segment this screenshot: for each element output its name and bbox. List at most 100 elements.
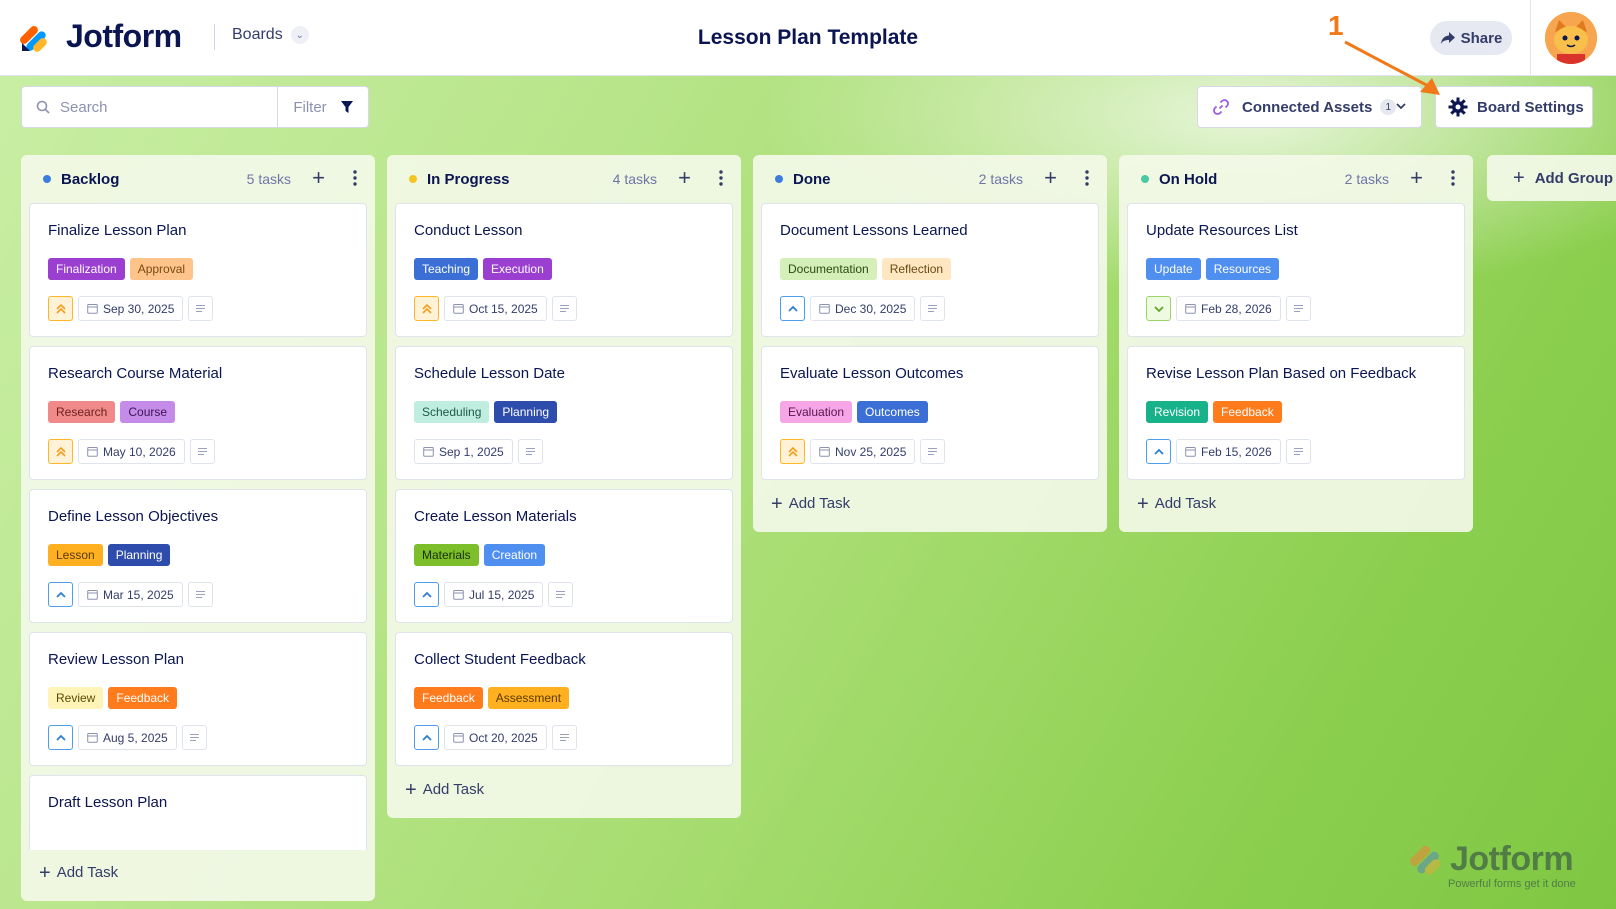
task-meta: Nov 25, 2025 <box>780 439 946 464</box>
calendar-icon <box>819 304 830 314</box>
task-meta: Mar 15, 2025 <box>48 582 213 607</box>
task-card[interactable]: Update Resources List Update Resources Feb … <box>1127 203 1465 337</box>
due-date[interactable]: May 10, 2026 <box>78 439 185 464</box>
add-task-button[interactable]: + Add Task <box>21 850 375 901</box>
task-card[interactable]: Evaluate Lesson Outcomes Evaluation Outcom… <box>761 346 1099 480</box>
priority-highest-icon[interactable] <box>48 439 73 464</box>
task-title: Update Resources List <box>1146 222 1298 239</box>
column-on-hold: On Hold 2 tasks + Update Resources List Upda… <box>1119 155 1473 532</box>
task-card[interactable]: Finalize Lesson Plan Finalization Approval… <box>29 203 367 337</box>
more-options-icon[interactable] <box>719 170 723 186</box>
board-settings-button[interactable]: Board Settings <box>1435 86 1593 128</box>
due-date[interactable]: Sep 1, 2025 <box>414 439 513 464</box>
description-icon[interactable] <box>189 439 215 464</box>
description-icon[interactable] <box>517 439 543 464</box>
task-card[interactable]: Research Course Material Research Course Ma… <box>29 346 367 480</box>
priority-up-icon[interactable] <box>48 582 73 607</box>
priority-highest-icon[interactable] <box>780 439 805 464</box>
due-date[interactable]: Nov 25, 2025 <box>810 439 916 464</box>
card-list: Document Lessons Learned Documentation Ref… <box>753 203 1107 480</box>
description-icon[interactable] <box>1285 296 1311 321</box>
due-date[interactable]: Jul 15, 2025 <box>444 582 544 607</box>
jotform-logo[interactable]: Jotform <box>20 18 182 55</box>
tag-label: Teaching <box>414 258 479 280</box>
description-icon[interactable] <box>187 582 213 607</box>
tag-list: Scheduling Planning <box>414 401 562 423</box>
priority-down-icon[interactable] <box>1146 296 1171 321</box>
task-card[interactable]: Conduct Lesson Teaching Execution Oct 15, 2… <box>395 203 733 337</box>
boards-menu[interactable]: Boards ⌄ <box>232 26 309 44</box>
description-icon[interactable] <box>548 582 574 607</box>
due-date[interactable]: Dec 30, 2025 <box>810 296 916 321</box>
due-date-text: Jul 15, 2025 <box>469 587 535 602</box>
filter-button[interactable]: Filter <box>277 87 368 127</box>
more-options-icon[interactable] <box>1085 170 1089 186</box>
task-title: Review Lesson Plan <box>48 651 184 668</box>
priority-up-icon[interactable] <box>780 296 805 321</box>
priority-up-icon[interactable] <box>414 582 439 607</box>
description-icon[interactable] <box>920 439 946 464</box>
due-date[interactable]: Sep 30, 2025 <box>78 296 184 321</box>
task-title: Document Lessons Learned <box>780 222 968 239</box>
task-title: Evaluate Lesson Outcomes <box>780 365 964 382</box>
task-card[interactable]: Define Lesson Objectives Lesson Planning Ma… <box>29 489 367 623</box>
tag-list: Revision Feedback <box>1146 401 1287 423</box>
add-group-button[interactable]: + Add Group <box>1487 155 1616 201</box>
more-options-icon[interactable] <box>353 170 357 186</box>
calendar-icon <box>1185 447 1196 457</box>
due-date-text: Feb 28, 2026 <box>1201 301 1272 316</box>
task-title: Create Lesson Materials <box>414 508 577 525</box>
add-task-button[interactable]: + Add Task <box>753 489 1107 532</box>
column-title: Backlog <box>61 170 120 188</box>
priority-up-icon[interactable] <box>1146 439 1171 464</box>
description-icon[interactable] <box>551 725 577 750</box>
description-icon[interactable] <box>551 296 577 321</box>
tag-list: Feedback Assessment <box>414 687 574 709</box>
add-task-plus-icon[interactable]: + <box>1410 167 1423 189</box>
task-card[interactable]: Draft Lesson Plan <box>29 775 367 850</box>
status-dot <box>409 175 417 183</box>
due-date[interactable]: Aug 5, 2025 <box>78 725 177 750</box>
cat-avatar-icon <box>1545 12 1597 64</box>
due-date[interactable]: Feb 28, 2026 <box>1176 296 1281 321</box>
description-icon[interactable] <box>1285 439 1311 464</box>
priority-up-icon[interactable] <box>414 725 439 750</box>
due-date[interactable]: Mar 15, 2025 <box>78 582 183 607</box>
add-task-label: Add Task <box>788 495 851 512</box>
task-card[interactable]: Review Lesson Plan Review Feedback Aug 5, 2… <box>29 632 367 766</box>
task-card[interactable]: Document Lessons Learned Documentation Ref… <box>761 203 1099 337</box>
priority-highest-icon[interactable] <box>48 296 73 321</box>
add-task-plus-icon[interactable]: + <box>1044 167 1057 189</box>
due-date[interactable]: Feb 15, 2026 <box>1176 439 1281 464</box>
task-card[interactable]: Revise Lesson Plan Based on Feedback Revi… <box>1127 346 1465 480</box>
description-icon[interactable] <box>181 725 207 750</box>
due-date[interactable]: Oct 20, 2025 <box>444 725 547 750</box>
jotform-watermark-logo-icon <box>1410 845 1441 875</box>
tag-label: Documentation <box>780 258 877 280</box>
search-icon <box>36 100 50 114</box>
tag-label: Feedback <box>108 687 178 709</box>
column-in-progress: In Progress 4 tasks + Conduct Lesson Teachin… <box>387 155 741 818</box>
task-count: 2 tasks <box>978 171 1023 187</box>
due-date[interactable]: Oct 15, 2025 <box>444 296 547 321</box>
add-task-plus-icon[interactable]: + <box>312 167 325 189</box>
more-options-icon[interactable] <box>1451 170 1455 186</box>
task-meta: Sep 30, 2025 <box>48 296 214 321</box>
add-task-button[interactable]: + Add Task <box>1119 489 1473 532</box>
priority-highest-icon[interactable] <box>414 296 439 321</box>
description-icon[interactable] <box>188 296 214 321</box>
add-task-plus-icon[interactable]: + <box>678 167 691 189</box>
add-task-button[interactable]: + Add Task <box>387 775 741 818</box>
calendar-icon <box>87 304 98 314</box>
tag-list: Evaluation Outcomes <box>780 401 933 423</box>
tag-label: Evaluation <box>780 401 853 423</box>
task-card[interactable]: Collect Student Feedback Feedback Assessme… <box>395 632 733 766</box>
task-card[interactable]: Create Lesson Materials Materials Creation… <box>395 489 733 623</box>
search-input[interactable] <box>60 98 260 116</box>
task-card[interactable]: Schedule Lesson Date Scheduling Planning Se… <box>395 346 733 480</box>
priority-up-icon[interactable] <box>48 725 73 750</box>
avatar[interactable] <box>1545 12 1597 64</box>
task-title: Draft Lesson Plan <box>48 794 168 811</box>
description-icon[interactable] <box>920 296 946 321</box>
tag-list: Review Feedback <box>48 687 182 709</box>
